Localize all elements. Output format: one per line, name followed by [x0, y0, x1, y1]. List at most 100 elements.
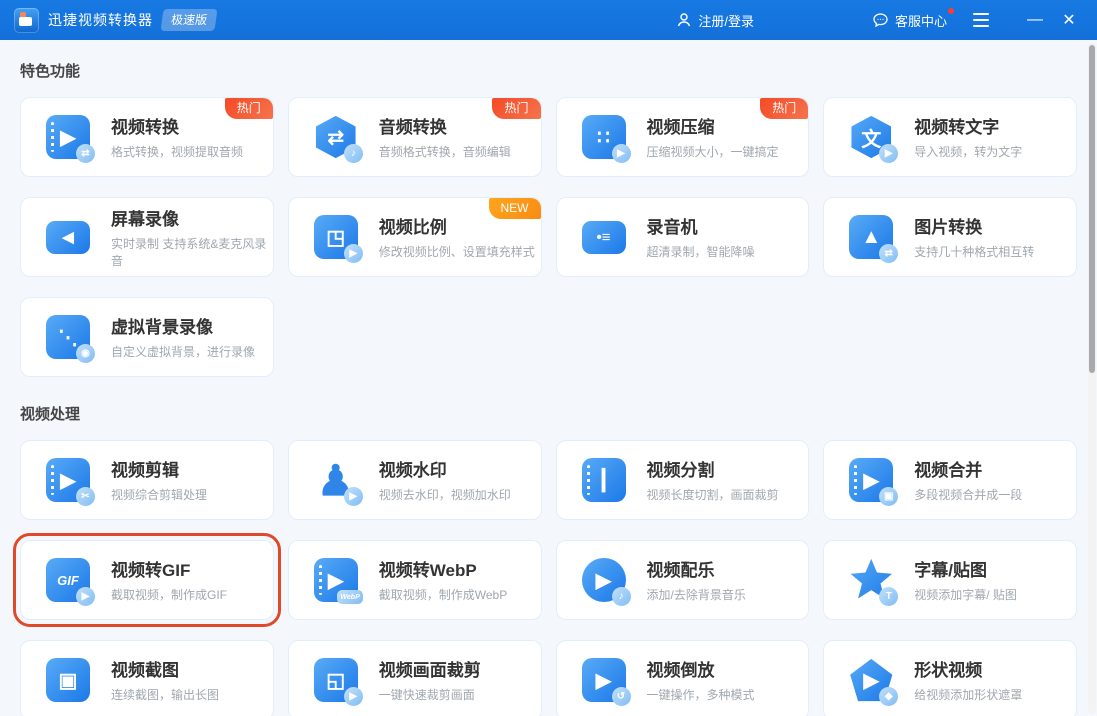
video-music-icon-badge: ♪ — [611, 587, 631, 606]
minimize-button[interactable]: — — [1021, 6, 1049, 34]
menu-button[interactable] — [973, 13, 989, 27]
card-grid: ▶ ✂ 视频剪辑 视频综合剪辑处理 ♟ ▶ 视频水印 视频去水印，视频加水印 ┃ 视频分割 视频长度… — [13, 440, 1077, 716]
card-subtitle: 一键操作，多种模式 — [646, 688, 755, 703]
hot-badge: 热门 — [224, 98, 273, 120]
video-reverse-icon-badge: ↺ — [611, 687, 631, 706]
card-subtitle: 超清录制，智能降噪 — [646, 245, 755, 260]
card-title: 视频分割 — [646, 461, 715, 481]
video-crop-icon: ◱ ▶ — [313, 657, 363, 706]
card-title: 虚拟背景录像 — [111, 318, 213, 338]
card-title: 视频合并 — [914, 461, 983, 481]
video-split-icon: ┃ — [581, 457, 627, 503]
close-button[interactable]: ✕ — [1055, 6, 1083, 34]
card-text: 音频转换 音频格式转换，音频编辑 — [379, 113, 511, 161]
screen-record-icon: ◀ — [45, 214, 91, 260]
scrollbar-thumb[interactable] — [1089, 45, 1095, 373]
card-video-reverse[interactable]: ▶ ↺ 视频倒放 一键操作，多种模式 — [555, 640, 810, 716]
card-text: 录音机超清录制，智能降噪 — [647, 213, 755, 261]
titlebar: 迅捷视频转换器 极速版 注册/登录 客服中心 — ✕ — [0, 0, 1097, 40]
support-label: 客服中心 — [894, 13, 947, 29]
card-subtitle: 支持几十种格式相互转 — [914, 245, 1035, 260]
card-title: 视频转WebP — [378, 561, 477, 581]
card-video-split[interactable]: ┃ 视频分割视频长度切割，画面裁剪 — [555, 440, 810, 520]
login-button[interactable]: 注册/登录 — [676, 11, 754, 30]
card-subtitle-sticker[interactable]: T 字幕/贴图 视频添加字幕/ 贴图 — [823, 540, 1077, 620]
aspect-ratio-icon-badge: ▶ — [343, 244, 363, 263]
card-title: 音频转换 — [378, 118, 447, 138]
shape-video-icon-badge: ◆ — [879, 687, 899, 706]
video-screenshot-icon-glyph: ▣ — [46, 658, 90, 702]
card-video-crop[interactable]: ◱ ▶ 视频画面裁剪一键快速裁剪画面 — [287, 640, 542, 716]
card-title: 视频转换 — [111, 118, 179, 138]
video-edit-icon-badge: ✂ — [76, 487, 95, 506]
card-subtitle: 添加/去除背景音乐 — [646, 588, 746, 603]
content-area: 特色功能 ▶ ⇄ 视频转换 格式转换，视频提取音频 热门 ⇄ ♪ 音频转换 音频格式转换，音频编辑… — [0, 60, 1097, 716]
card-subtitle: 导入视频，转为文字 — [914, 145, 1023, 160]
card-video-to-text[interactable]: 文 ▶ 视频转文字 导入视频，转为文字 — [823, 97, 1077, 177]
card-title: 录音机 — [646, 218, 698, 238]
card-subtitle: 截取视频，制作成WebP — [378, 588, 508, 603]
card-video-edit[interactable]: ▶ ✂ 视频剪辑 视频综合剪辑处理 — [20, 440, 274, 520]
card-text: 视频转WebP 截取视频，制作成WebP — [379, 556, 507, 604]
video-watermark-icon-badge: ▶ — [343, 487, 363, 506]
video-crop-icon-badge: ▶ — [343, 687, 363, 706]
card-video-merge[interactable]: ▶ ▣ 视频合并 多段视频合并成一段 — [823, 440, 1077, 520]
card-subtitle: 视频长度切割，画面裁剪 — [646, 488, 779, 503]
card-text: 视频分割视频长度切割，画面裁剪 — [647, 456, 779, 504]
card-text: 形状视频 给视频添加形状遮罩 — [914, 656, 1022, 704]
video-to-text-icon-badge: ▶ — [879, 144, 899, 163]
card-subtitle: 自定义虚拟背景，进行录像 — [111, 345, 256, 360]
card-aspect-ratio[interactable]: ◳ ▶ 视频比例 修改视频比例、设置填充样式 NEW — [287, 197, 542, 277]
card-title: 屏幕录像 — [111, 209, 179, 229]
section-title: 特色功能 — [20, 63, 81, 80]
scrollbar[interactable] — [1088, 42, 1096, 714]
card-screen-record[interactable]: ◀ 屏幕录像 实时录制 支持系统&麦克风录音 — [20, 197, 274, 277]
card-subtitle: 一键快速裁剪画面 — [378, 688, 475, 703]
card-text: 视频合并多段视频合并成一段 — [914, 456, 1022, 504]
card-video-compress[interactable]: ∷ ▶ 视频压缩 压缩视频大小，一键搞定 热门 — [555, 97, 810, 177]
screen-record-icon-glyph: ◀ — [46, 220, 90, 254]
card-virtual-background-record[interactable]: ⋱ ◉ 虚拟背景录像 自定义虚拟背景，进行录像 — [20, 297, 274, 377]
user-icon — [678, 13, 691, 27]
section-title: 视频处理 — [20, 406, 81, 423]
card-image-convert[interactable]: ▲ ⇄ 图片转换 支持几十种格式相互转 — [823, 197, 1077, 277]
card-title: 视频水印 — [378, 461, 447, 481]
card-video-music[interactable]: ▶ ♪ 视频配乐 添加/去除背景音乐 — [555, 540, 810, 620]
card-text: 字幕/贴图 视频添加字幕/ 贴图 — [914, 556, 1017, 604]
card-subtitle: 连续截图，输出长图 — [111, 688, 220, 703]
card-video-screenshot[interactable]: ▣ 视频截图 连续截图，输出长图 — [20, 640, 274, 716]
card-subtitle: 视频综合剪辑处理 — [111, 488, 208, 503]
shape-video-icon: ▶ ◆ — [848, 657, 899, 706]
card-grid: ▶ ⇄ 视频转换 格式转换，视频提取音频 热门 ⇄ ♪ 音频转换 音频格式转换，音频编辑 热门 ∷ ▶… — [20, 97, 1077, 377]
notification-dot — [948, 7, 954, 14]
card-subtitle: 多段视频合并成一段 — [914, 488, 1023, 503]
card-text: 视频配乐 添加/去除背景音乐 — [647, 556, 746, 604]
card-text: 视频转换格式转换，视频提取音频 — [111, 113, 243, 161]
card-audio-convert[interactable]: ⇄ ♪ 音频转换 音频格式转换，音频编辑 热门 — [287, 97, 542, 177]
video-to-webp-icon: ▶ WebP — [313, 557, 363, 604]
video-reverse-icon: ▶ ↺ — [581, 657, 631, 706]
voice-recorder-icon: •≡ — [581, 214, 627, 260]
audio-convert-icon: ⇄ ♪ — [313, 114, 363, 163]
support-center-button[interactable]: 客服中心 — [872, 7, 954, 30]
card-shape-video[interactable]: ▶ ◆ 形状视频 给视频添加形状遮罩 — [823, 640, 1077, 716]
video-compress-icon: ∷ ▶ — [581, 114, 631, 163]
card-text: 视频水印 视频去水印，视频加水印 — [379, 456, 511, 504]
card-title: 视频画面裁剪 — [378, 661, 481, 681]
video-to-gif-icon-badge: ▶ — [76, 587, 95, 606]
video-compress-icon-badge: ▶ — [611, 144, 631, 163]
card-title: 形状视频 — [914, 661, 983, 681]
card-video-watermark[interactable]: ♟ ▶ 视频水印 视频去水印，视频加水印 — [287, 440, 542, 520]
chat-icon — [873, 13, 888, 28]
video-merge-icon-badge: ▣ — [879, 487, 899, 506]
card-subtitle: 格式转换，视频提取音频 — [111, 145, 244, 160]
subtitle-sticker-icon-badge: T — [879, 587, 899, 606]
video-edit-icon: ▶ ✂ — [45, 457, 95, 506]
video-to-gif-icon: GIF ▶ — [45, 557, 95, 606]
audio-convert-icon-badge: ♪ — [343, 144, 363, 163]
card-video-to-gif[interactable]: GIF ▶ 视频转GIF 截取视频，制作成GIF — [13, 533, 281, 627]
card-video-to-webp[interactable]: ▶ WebP 视频转WebP 截取视频，制作成WebP — [287, 540, 542, 620]
card-voice-recorder[interactable]: •≡ 录音机超清录制，智能降噪 — [555, 197, 810, 277]
hot-badge: 热门 — [760, 98, 809, 120]
card-video-convert[interactable]: ▶ ⇄ 视频转换 格式转换，视频提取音频 热门 — [20, 97, 274, 177]
